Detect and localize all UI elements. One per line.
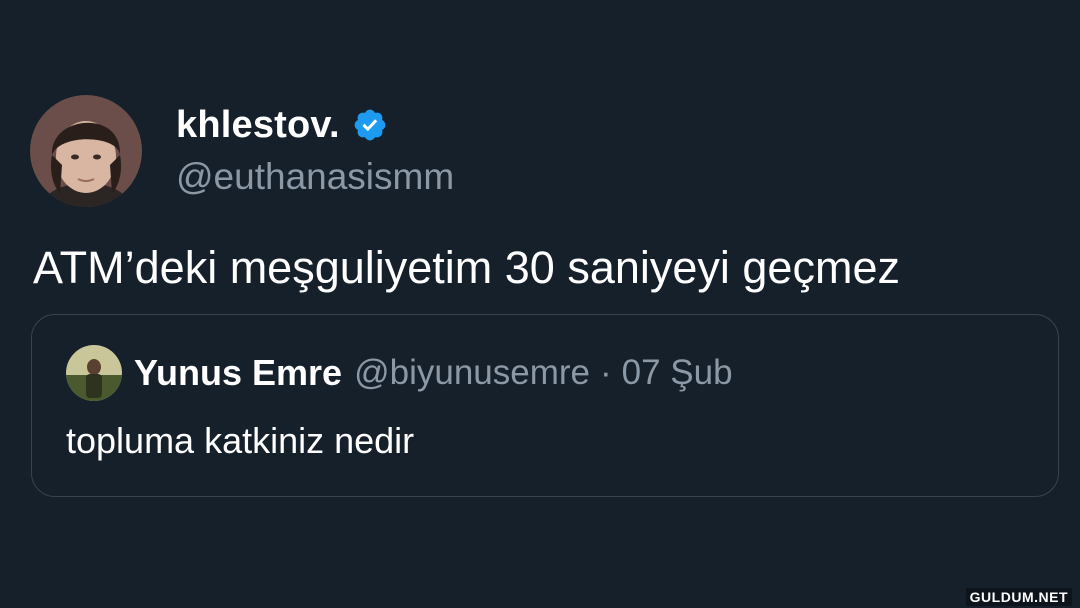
author-display-name[interactable]: khlestov. (176, 103, 340, 147)
author-name-line: khlestov. (176, 103, 454, 147)
author-handle[interactable]: @euthanasismm (176, 155, 454, 199)
quoted-tweet-text: topluma katkiniz nedir (66, 420, 415, 461)
quoted-tweet-card[interactable]: Yunus Emre @biyunusemre · 07 Şub topluma… (31, 314, 1059, 497)
quoted-author-handle[interactable]: @biyunusemre (354, 351, 590, 395)
quoted-tweet-date[interactable]: 07 Şub (622, 351, 733, 395)
quoted-author-name[interactable]: Yunus Emre (134, 351, 342, 395)
tweet-text: ATM’deki meşguliyetim 30 saniyeyi geçmez (33, 242, 900, 293)
author-avatar[interactable] (30, 95, 142, 207)
author-meta: khlestov. @euthanasismm (176, 103, 454, 199)
quoted-author-avatar-image (66, 345, 122, 401)
verified-badge-icon (352, 107, 388, 143)
quoted-author-avatar[interactable] (66, 345, 122, 401)
quoted-tweet-header: Yunus Emre @biyunusemre · 07 Şub (66, 345, 733, 401)
author-avatar-image (30, 95, 142, 207)
quoted-separator: · (600, 353, 612, 392)
watermark: GULDUM.NET (965, 588, 1072, 606)
tweet-card: khlestov. @euthanasismm ATM’deki meşguli… (0, 0, 1080, 608)
author-row: khlestov. @euthanasismm (30, 95, 454, 207)
